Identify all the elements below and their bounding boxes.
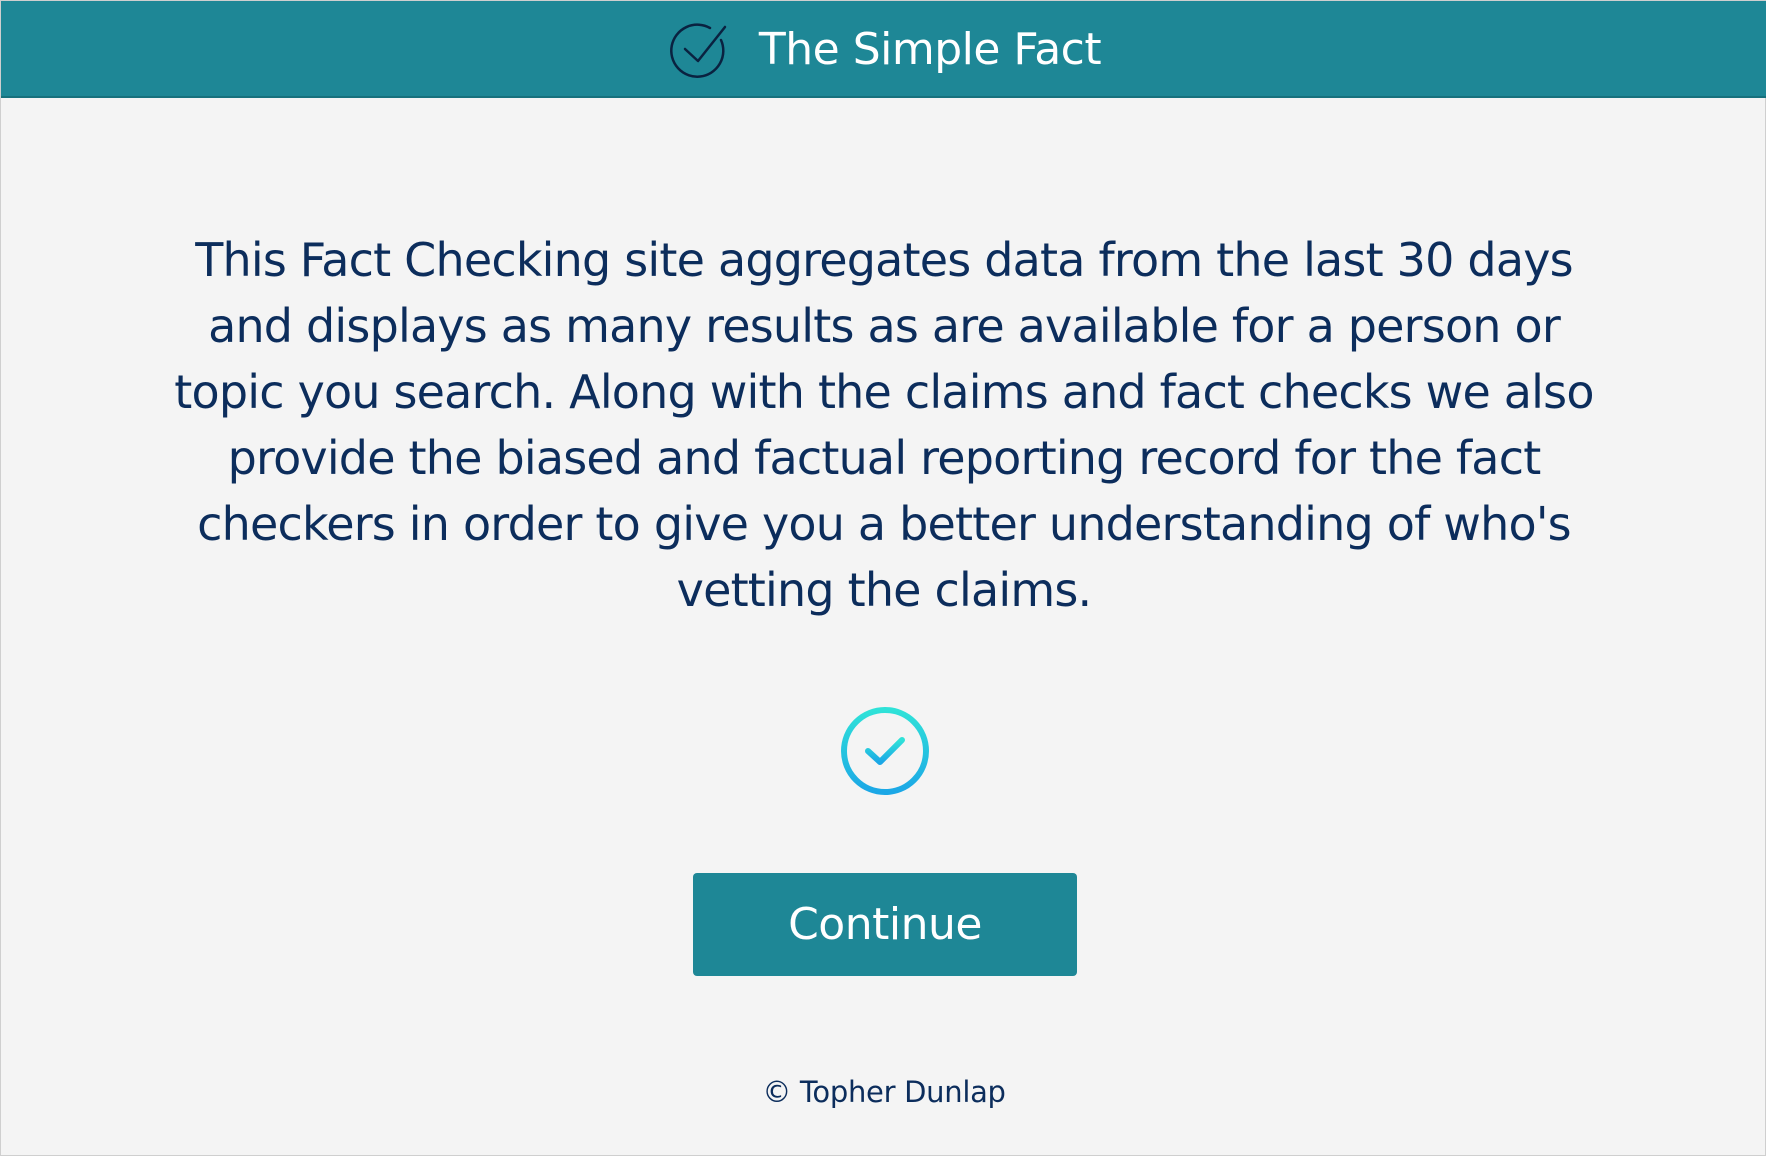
top-header: The Simple Fact (1, 1, 1766, 98)
brand: The Simple Fact (1, 1, 1766, 98)
intro-paragraph: This Fact Checking site aggregates data … (174, 233, 1594, 617)
circle-check-icon (669, 22, 727, 78)
copyright-footer: © Topher Dunlap (762, 1075, 1006, 1109)
continue-button[interactable]: Continue (693, 873, 1077, 976)
app-window: The Simple Fact This Fact Checking site … (0, 0, 1766, 1156)
gradient-check-circle-icon (841, 707, 929, 795)
site-title: The Simple Fact (758, 24, 1102, 75)
